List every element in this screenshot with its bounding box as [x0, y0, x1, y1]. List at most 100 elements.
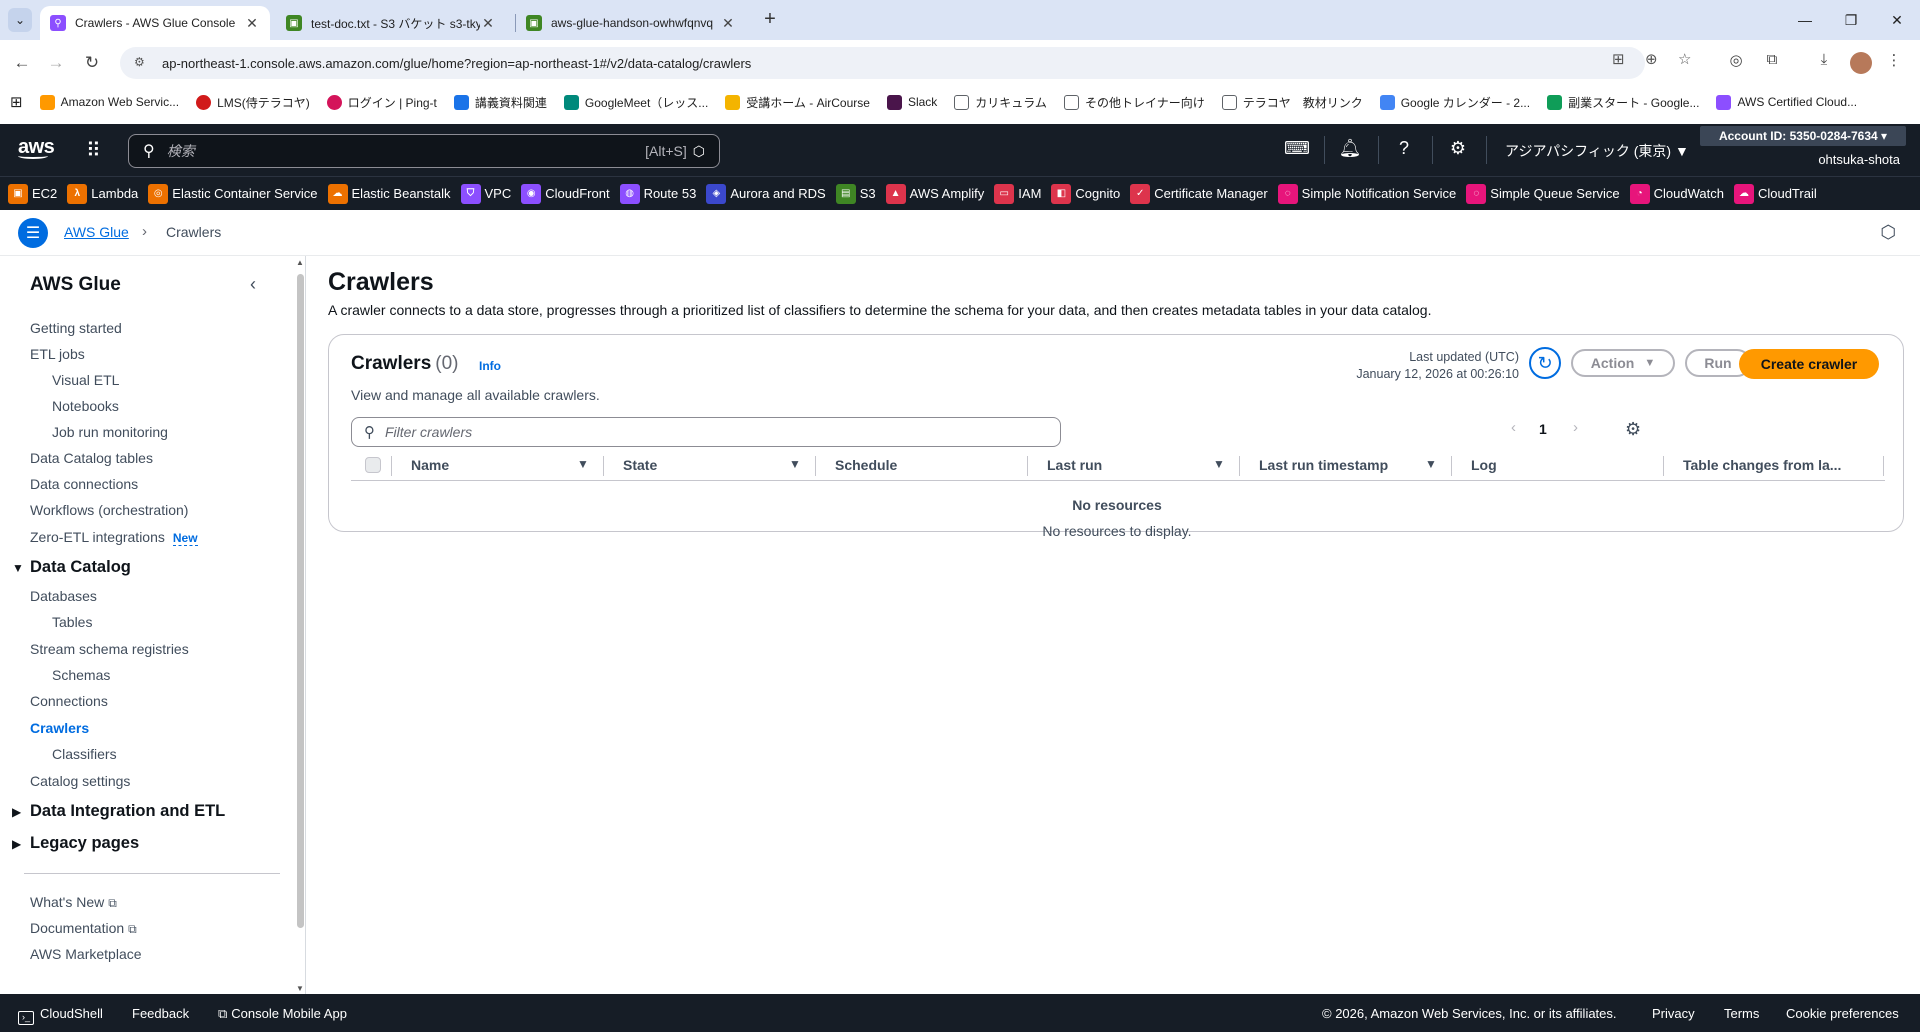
reload-icon[interactable]: ↻: [78, 49, 106, 77]
column-header-name[interactable]: Name: [411, 457, 449, 473]
sidenav-scrollbar[interactable]: ▲ ▼: [296, 258, 304, 993]
services-grid-icon[interactable]: ⠿: [86, 138, 101, 163]
bookmark-aws[interactable]: Amazon Web Servic...: [39, 94, 179, 110]
tab-close-icon[interactable]: ✕: [720, 15, 736, 32]
service-acm[interactable]: ✓ Certificate Manager: [1130, 183, 1268, 204]
footer-mobile-app[interactable]: ⧉ Console Mobile App: [218, 1006, 347, 1022]
column-header-state[interactable]: State: [623, 457, 657, 473]
nav-marketplace[interactable]: AWS Marketplace: [30, 946, 142, 962]
bookmark-ping-t[interactable]: ログイン | Ping-t: [326, 94, 437, 111]
nav-whats-new[interactable]: What's New ⧉: [30, 894, 117, 911]
nav-databases[interactable]: Databases: [30, 588, 97, 604]
restore-icon[interactable]: ❐: [1828, 0, 1874, 40]
bookmark-lms[interactable]: LMS(侍テラコヤ): [196, 94, 310, 111]
bookmark-calendar[interactable]: Google カレンダー - 2...: [1379, 94, 1530, 111]
nav-job-run-monitoring[interactable]: Job run monitoring: [52, 424, 168, 440]
footer-cookies[interactable]: Cookie preferences: [1786, 1006, 1899, 1021]
bookmark-folder-terakoya[interactable]: テラコヤ 教材リンク: [1221, 94, 1363, 111]
sidenav-title[interactable]: AWS Glue: [30, 274, 121, 296]
address-bar[interactable]: ⚙ ap-northeast-1.console.aws.amazon.com/…: [120, 47, 1645, 79]
bookmark-folder-trainer[interactable]: その他トレイナー向け: [1063, 94, 1205, 111]
apps-icon[interactable]: ⊞: [10, 93, 23, 111]
breadcrumb-aws-glue[interactable]: AWS Glue: [64, 224, 129, 240]
footer-privacy[interactable]: Privacy: [1652, 1006, 1695, 1021]
site-info-icon[interactable]: ⚙: [134, 55, 150, 71]
browser-tab-s3-bucket[interactable]: ▣ aws-glue-handson-owhwfqnvq ✕: [516, 6, 746, 40]
profile-avatar[interactable]: [1850, 52, 1872, 74]
forward-icon[interactable]: →: [42, 49, 70, 77]
column-header-last-run-timestamp[interactable]: Last run timestamp: [1259, 457, 1388, 473]
notifications-bell-icon[interactable]: 🔔︎: [1338, 138, 1362, 162]
service-sqs[interactable]: ◌ Simple Queue Service: [1466, 183, 1620, 204]
nav-zero-etl[interactable]: Zero-ETL integrations New: [30, 529, 198, 546]
bookmark-sheets[interactable]: 副業スタート - Google...: [1547, 94, 1699, 111]
scroll-down-icon[interactable]: ▼: [296, 984, 304, 993]
filter-crawlers-input[interactable]: ⚲ Filter crawlers: [351, 417, 1061, 447]
q-logo-icon[interactable]: ⬡: [693, 143, 705, 160]
aws-search-input[interactable]: ⚲ 検索 [Alt+S] ⬡: [128, 134, 720, 168]
bookmark-aws-cert[interactable]: AWS Certified Cloud...: [1716, 94, 1857, 110]
info-link[interactable]: Info: [479, 359, 501, 373]
camera-icon[interactable]: ◎: [1724, 51, 1748, 75]
service-rds[interactable]: ◈ Aurora and RDS: [706, 183, 826, 204]
zoom-icon[interactable]: ⊕: [1645, 50, 1658, 68]
close-window-icon[interactable]: ✕: [1874, 0, 1920, 40]
service-amplify[interactable]: ▲ AWS Amplify: [885, 183, 984, 204]
service-ecs[interactable]: ◎ Elastic Container Service: [148, 183, 318, 204]
nav-tables[interactable]: Tables: [52, 614, 92, 630]
nav-getting-started[interactable]: Getting started: [30, 320, 122, 336]
service-s3[interactable]: ▤ S3: [835, 183, 876, 204]
column-header-log[interactable]: Log: [1471, 457, 1497, 473]
next-page-icon[interactable]: ›: [1573, 419, 1578, 436]
column-header-schedule[interactable]: Schedule: [835, 457, 897, 473]
sort-icon[interactable]: ▼: [789, 457, 801, 471]
column-header-last-run[interactable]: Last run: [1047, 457, 1102, 473]
account-id-badge[interactable]: Account ID: 5350-0284-7634 ▾: [1700, 126, 1906, 146]
bookmark-meet[interactable]: GoogleMeet（レッス...: [563, 94, 708, 111]
nav-stream-schema-registries[interactable]: Stream schema registries: [30, 641, 189, 657]
collapse-nav-icon[interactable]: ‹: [250, 274, 256, 295]
bookmark-slack[interactable]: Slack: [886, 94, 937, 110]
nav-catalog-settings[interactable]: Catalog settings: [30, 773, 130, 789]
browser-tab-crawlers[interactable]: ⚲ Crawlers - AWS Glue Console ✕: [40, 6, 270, 40]
nav-section-data-catalog[interactable]: ▼ Data Catalog: [12, 558, 131, 577]
bookmark-folder-curriculum[interactable]: カリキュラム: [954, 94, 1047, 111]
minimize-icon[interactable]: —: [1782, 0, 1828, 40]
info-panel-icon[interactable]: ⬡: [1880, 222, 1896, 243]
menu-icon[interactable]: ☰: [18, 218, 48, 248]
service-beanstalk[interactable]: ☁ Elastic Beanstalk: [327, 183, 451, 204]
extensions-icon[interactable]: ⧉: [1760, 51, 1784, 75]
sort-icon[interactable]: ▼: [577, 457, 589, 471]
browser-tab-s3-doc[interactable]: ▣ test-doc.txt - S3 バケット s3-tky-o ✕: [276, 6, 506, 40]
service-sns[interactable]: ◌ Simple Notification Service: [1277, 183, 1456, 204]
create-crawler-button[interactable]: Create crawler: [1739, 349, 1879, 379]
footer-terms[interactable]: Terms: [1724, 1006, 1759, 1021]
nav-classifiers[interactable]: Classifiers: [52, 746, 117, 762]
previous-page-icon[interactable]: ‹: [1511, 419, 1516, 436]
sort-icon[interactable]: ▼: [1213, 457, 1225, 471]
nav-schemas[interactable]: Schemas: [52, 667, 110, 683]
chrome-menu-icon[interactable]: ⋮: [1882, 51, 1906, 75]
new-tab-button[interactable]: +: [758, 8, 782, 32]
help-icon[interactable]: ?: [1392, 138, 1416, 162]
table-preferences-gear-icon[interactable]: ⚙: [1625, 419, 1641, 440]
nav-notebooks[interactable]: Notebooks: [52, 398, 119, 414]
nav-etl-jobs[interactable]: ETL jobs: [30, 346, 85, 362]
user-menu[interactable]: ohtsuka-shota: [1818, 152, 1900, 167]
service-route53[interactable]: ◍ Route 53: [619, 183, 696, 204]
service-cloudfront[interactable]: ◉ CloudFront: [521, 183, 610, 204]
service-lambda[interactable]: λ Lambda: [67, 183, 138, 204]
nav-data-catalog-tables[interactable]: Data Catalog tables: [30, 450, 153, 466]
action-dropdown-button[interactable]: Action ▼: [1571, 349, 1675, 377]
cloudshell-icon[interactable]: ⌨: [1284, 138, 1310, 162]
nav-crawlers[interactable]: Crawlers: [30, 720, 89, 736]
page-number[interactable]: 1: [1539, 421, 1547, 437]
service-cloudwatch[interactable]: ◔ CloudWatch: [1629, 183, 1724, 204]
nav-data-connections[interactable]: Data connections: [30, 476, 138, 492]
service-cognito[interactable]: ◧ Cognito: [1051, 183, 1120, 204]
column-header-table-changes[interactable]: Table changes from la...: [1683, 457, 1841, 473]
bookmark-star-icon[interactable]: ☆: [1678, 50, 1691, 68]
service-iam[interactable]: ▭ IAM: [994, 183, 1041, 204]
bookmark-lecture[interactable]: 講義資料関連: [453, 94, 547, 111]
aws-logo[interactable]: aws: [18, 136, 55, 159]
